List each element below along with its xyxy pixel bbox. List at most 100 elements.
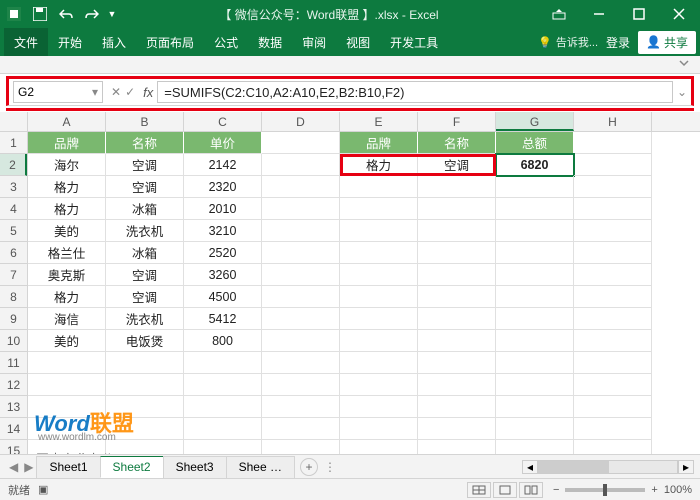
- close-icon[interactable]: [660, 0, 698, 28]
- cell-A6[interactable]: 格兰仕: [28, 242, 106, 264]
- column-header-A[interactable]: A: [28, 112, 106, 131]
- row-header-5[interactable]: 5: [0, 220, 27, 242]
- cell-C10[interactable]: 800: [184, 330, 262, 352]
- namebox-dropdown-icon[interactable]: ▾: [92, 85, 98, 99]
- sheet-tab-Sheet3[interactable]: Sheet3: [163, 456, 227, 478]
- row-header-1[interactable]: 1: [0, 132, 27, 154]
- cell-A2[interactable]: 海尔: [28, 154, 106, 176]
- cell-C9[interactable]: 5412: [184, 308, 262, 330]
- column-header-G[interactable]: G: [496, 112, 574, 131]
- cell-E10[interactable]: [340, 330, 418, 352]
- login-button[interactable]: 登录: [598, 30, 638, 55]
- cell-C14[interactable]: [184, 418, 262, 440]
- row-header-3[interactable]: 3: [0, 176, 27, 198]
- macro-record-icon[interactable]: ▣: [38, 483, 48, 496]
- excel-icon[interactable]: [2, 3, 26, 25]
- row-header-9[interactable]: 9: [0, 308, 27, 330]
- cell-H11[interactable]: [574, 352, 652, 374]
- minimize-icon[interactable]: [580, 0, 618, 28]
- cell-D7[interactable]: [262, 264, 340, 286]
- cell-H9[interactable]: [574, 308, 652, 330]
- tab-layout[interactable]: 页面布局: [136, 28, 204, 57]
- zoom-out-icon[interactable]: −: [553, 484, 559, 496]
- cell-G14[interactable]: [496, 418, 574, 440]
- cell-F9[interactable]: [418, 308, 496, 330]
- row-header-7[interactable]: 7: [0, 264, 27, 286]
- cell-D12[interactable]: [262, 374, 340, 396]
- tab-formulas[interactable]: 公式: [204, 28, 248, 57]
- horizontal-scrollbar[interactable]: ◂ ▸: [522, 460, 694, 474]
- qat-dropdown-icon[interactable]: ▼: [106, 3, 118, 25]
- sheet-tabs-more-icon[interactable]: ⋮: [324, 460, 336, 474]
- cell-F2[interactable]: 空调: [418, 154, 496, 176]
- zoom-in-icon[interactable]: +: [651, 484, 657, 496]
- cell-B6[interactable]: 冰箱: [106, 242, 184, 264]
- cell-C13[interactable]: [184, 396, 262, 418]
- cell-E7[interactable]: [340, 264, 418, 286]
- cell-E1[interactable]: 品牌: [340, 132, 418, 154]
- cell-D8[interactable]: [262, 286, 340, 308]
- cell-F11[interactable]: [418, 352, 496, 374]
- cell-B10[interactable]: 电饭煲: [106, 330, 184, 352]
- scroll-left-icon[interactable]: ◂: [522, 460, 538, 474]
- scroll-right-icon[interactable]: ▸: [678, 460, 694, 474]
- cell-A1[interactable]: 品牌: [28, 132, 106, 154]
- row-header-2[interactable]: 2: [0, 154, 27, 176]
- cell-F13[interactable]: [418, 396, 496, 418]
- ribbon-options-icon[interactable]: [540, 0, 578, 28]
- cells-area[interactable]: Word联盟 www.wordlm.com 国内专业办公软件教学平台 品牌名称单…: [28, 132, 700, 454]
- page-break-view-icon[interactable]: [519, 482, 543, 498]
- cell-F8[interactable]: [418, 286, 496, 308]
- tab-data[interactable]: 数据: [248, 28, 292, 57]
- column-header-B[interactable]: B: [106, 112, 184, 131]
- cell-C11[interactable]: [184, 352, 262, 374]
- cell-B15[interactable]: [106, 440, 184, 454]
- sheet-tab-Sheet2[interactable]: Sheet2: [100, 456, 164, 478]
- cell-B9[interactable]: 洗衣机: [106, 308, 184, 330]
- cell-D2[interactable]: [262, 154, 340, 176]
- row-header-12[interactable]: 12: [0, 374, 27, 396]
- cell-G3[interactable]: [496, 176, 574, 198]
- cell-A8[interactable]: 格力: [28, 286, 106, 308]
- cell-A12[interactable]: [28, 374, 106, 396]
- cell-A10[interactable]: 美的: [28, 330, 106, 352]
- cell-B2[interactable]: 空调: [106, 154, 184, 176]
- cell-C12[interactable]: [184, 374, 262, 396]
- cell-B11[interactable]: [106, 352, 184, 374]
- zoom-level[interactable]: 100%: [664, 484, 692, 496]
- share-button[interactable]: 👤共享: [638, 31, 696, 54]
- cell-A5[interactable]: 美的: [28, 220, 106, 242]
- cell-D10[interactable]: [262, 330, 340, 352]
- cell-G9[interactable]: [496, 308, 574, 330]
- cell-E8[interactable]: [340, 286, 418, 308]
- row-header-14[interactable]: 14: [0, 418, 27, 440]
- tab-file[interactable]: 文件: [4, 28, 48, 57]
- enter-formula-icon[interactable]: ✓: [125, 85, 135, 99]
- undo-icon[interactable]: [54, 3, 78, 25]
- page-layout-view-icon[interactable]: [493, 482, 517, 498]
- cell-F10[interactable]: [418, 330, 496, 352]
- cell-D3[interactable]: [262, 176, 340, 198]
- cell-D1[interactable]: [262, 132, 340, 154]
- sheet-nav-next-icon[interactable]: ▶: [24, 460, 33, 474]
- cell-E2[interactable]: 格力: [340, 154, 418, 176]
- tab-home[interactable]: 开始: [48, 28, 92, 57]
- column-header-D[interactable]: D: [262, 112, 340, 131]
- normal-view-icon[interactable]: [467, 482, 491, 498]
- cell-E12[interactable]: [340, 374, 418, 396]
- cell-B8[interactable]: 空调: [106, 286, 184, 308]
- cell-B13[interactable]: [106, 396, 184, 418]
- cell-A3[interactable]: 格力: [28, 176, 106, 198]
- cell-A13[interactable]: [28, 396, 106, 418]
- cell-C15[interactable]: [184, 440, 262, 454]
- cell-C4[interactable]: 2010: [184, 198, 262, 220]
- add-sheet-button[interactable]: +: [300, 458, 318, 476]
- cell-D4[interactable]: [262, 198, 340, 220]
- cell-F6[interactable]: [418, 242, 496, 264]
- cell-A14[interactable]: [28, 418, 106, 440]
- cell-E3[interactable]: [340, 176, 418, 198]
- cell-C1[interactable]: 单价: [184, 132, 262, 154]
- cell-C8[interactable]: 4500: [184, 286, 262, 308]
- cell-H1[interactable]: [574, 132, 652, 154]
- zoom-slider[interactable]: [565, 488, 645, 492]
